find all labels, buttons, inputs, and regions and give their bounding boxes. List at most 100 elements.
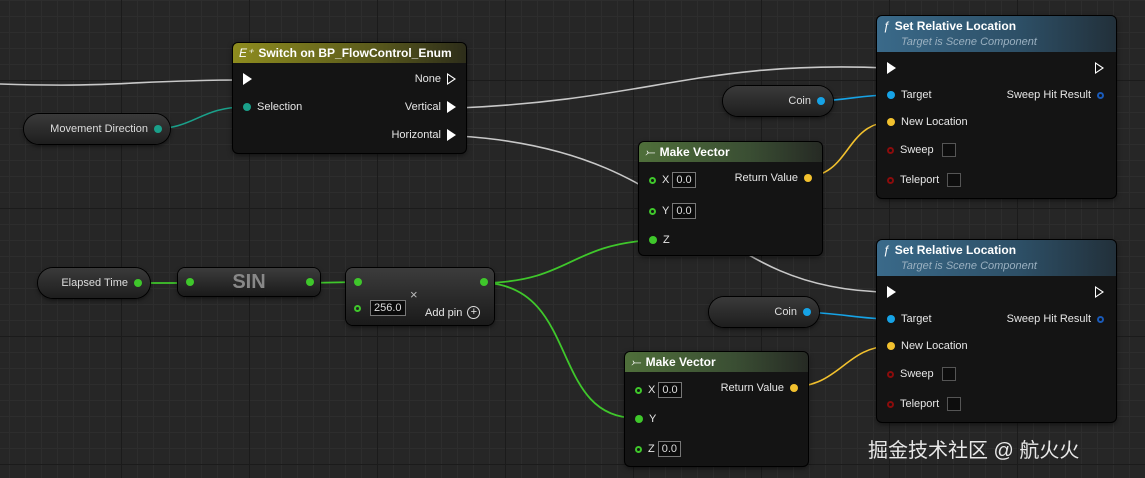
vertical-label: Vertical [404, 101, 441, 113]
switch-icon: E⁺ [239, 46, 254, 60]
x-pin[interactable]: X 0.0 [635, 382, 682, 398]
enum-pin-icon[interactable] [154, 125, 162, 133]
exec-in-icon [243, 73, 252, 85]
function-icon: ƒ [883, 19, 890, 33]
float-pin-icon[interactable] [134, 279, 142, 287]
coin-node-2[interactable]: Coin [709, 297, 819, 327]
float-pin-icon[interactable] [306, 278, 314, 286]
sweep-checkbox[interactable] [941, 367, 956, 381]
set-relative-location-header: ƒ Set Relative Location Target is Scene Co… [877, 16, 1116, 52]
sin-label: SIN [232, 271, 266, 293]
float-pin-icon[interactable] [354, 278, 362, 286]
movement-direction-node[interactable]: Movement Direction [24, 114, 170, 144]
y-pin[interactable]: Y [635, 413, 656, 425]
struct-pin-icon [1097, 91, 1104, 99]
blueprint-graph-canvas[interactable]: E⁺ Switch on BP_FlowControl_Enum Selectio… [0, 0, 1145, 478]
target-pin[interactable]: Target [887, 313, 932, 325]
x-pin[interactable]: X 0.0 [649, 172, 696, 188]
new-location-pin[interactable]: New Location [887, 116, 968, 128]
bool-pin-icon [887, 400, 894, 408]
set-relative-location-title: Set Relative Location [894, 243, 1017, 257]
exec-out-icon [1095, 62, 1104, 74]
add-pin-label: Add pin [425, 306, 463, 319]
coin-node-1[interactable]: Coin [723, 86, 833, 116]
horizontal-pin[interactable]: Horizontal [391, 129, 456, 141]
new-location-pin[interactable]: New Location [887, 340, 968, 352]
float-pin-icon [635, 445, 642, 453]
teleport-label: Teleport [900, 398, 940, 410]
teleport-checkbox[interactable] [947, 173, 962, 187]
z-pin[interactable]: Z [649, 234, 670, 246]
exec-out-pin[interactable] [1095, 286, 1104, 298]
exec-out-pin[interactable] [1095, 62, 1104, 74]
selection-pin[interactable]: Selection [243, 101, 302, 113]
multiply-b-pin[interactable]: 256.0 [354, 300, 406, 316]
x-label: X [662, 174, 670, 186]
x-value-input[interactable]: 0.0 [672, 172, 696, 188]
make-vector-node-1[interactable]: ⤚ Make Vector X 0.0 Y 0.0 Z Return Value [639, 142, 822, 255]
exec-wire-in [0, 79, 246, 86]
teleport-checkbox[interactable] [947, 397, 962, 411]
switch-node-title: Switch on BP_FlowControl_Enum [258, 46, 452, 60]
vertical-pin[interactable]: Vertical [405, 101, 456, 113]
teleport-pin[interactable]: Teleport [887, 397, 962, 411]
set-relative-location-node-2[interactable]: ƒ Set Relative Location Target is Scene Co… [877, 240, 1116, 422]
elapsed-time-node[interactable]: Elapsed Time [38, 268, 150, 298]
teleport-pin[interactable]: Teleport [887, 173, 962, 187]
vector-pin-icon [887, 342, 895, 350]
make-vector-header: ⤚ Make Vector [639, 142, 822, 162]
sweep-pin[interactable]: Sweep [887, 367, 956, 381]
remove-pin-icon[interactable]: × [410, 287, 418, 302]
bool-pin-icon [887, 176, 894, 184]
new-location-label: New Location [901, 116, 968, 128]
target-label: Target [901, 89, 932, 101]
selection-label: Selection [257, 101, 303, 113]
make-vector-header: ⤚ Make Vector [625, 352, 808, 372]
none-pin[interactable]: None [415, 73, 456, 85]
none-label: None [414, 73, 441, 85]
exec-out-icon [447, 73, 456, 85]
teleport-label: Teleport [900, 174, 940, 186]
float-pin-icon[interactable] [480, 278, 488, 286]
bool-pin-icon [887, 370, 894, 378]
exec-out-icon [1095, 286, 1104, 298]
y-value-input[interactable]: 0.0 [672, 203, 696, 219]
sweep-hit-result-pin[interactable]: Sweep Hit Result [1007, 313, 1104, 325]
object-pin-icon[interactable] [803, 308, 811, 316]
y-pin[interactable]: Y 0.0 [649, 203, 696, 219]
return-value-pin[interactable]: Return Value [721, 382, 798, 394]
z-pin[interactable]: Z 0.0 [635, 441, 682, 457]
function-icon: ƒ [883, 243, 890, 257]
return-value-pin[interactable]: Return Value [735, 172, 812, 184]
y-label: Y [662, 205, 670, 217]
z-value-input[interactable]: 0.0 [657, 441, 682, 457]
target-label: Target [901, 313, 932, 325]
sweep-pin[interactable]: Sweep [887, 143, 956, 157]
sweep-checkbox[interactable] [941, 143, 956, 157]
set-relative-location-title: Set Relative Location [894, 19, 1017, 33]
coin-label: Coin [788, 95, 811, 107]
float-pin-icon [635, 415, 643, 423]
exec-in-pin[interactable] [887, 62, 896, 74]
add-pin-button[interactable]: Add pin + [425, 306, 481, 319]
multiply-value-input[interactable]: 256.0 [370, 300, 406, 316]
exec-out-icon [447, 129, 456, 141]
x-value-input[interactable]: 0.0 [658, 382, 682, 398]
target-subtitle: Target is Scene Component [901, 36, 1037, 48]
sweep-hit-result-pin[interactable]: Sweep Hit Result [1007, 89, 1104, 101]
set-relative-location-node-1[interactable]: ƒ Set Relative Location Target is Scene Co… [877, 16, 1116, 198]
new-location-label: New Location [901, 340, 968, 352]
target-pin[interactable]: Target [887, 89, 932, 101]
switch-exec-in-pin[interactable] [243, 73, 252, 85]
object-pin-icon[interactable] [817, 97, 825, 105]
movement-direction-label: Movement Direction [50, 123, 148, 135]
exec-in-icon [887, 286, 896, 298]
exec-in-pin[interactable] [887, 286, 896, 298]
object-pin-icon [887, 91, 895, 99]
return-value-label: Return Value [720, 382, 784, 394]
sin-node[interactable]: SIN [178, 268, 320, 296]
vector-pin-icon [790, 384, 798, 392]
multiply-node[interactable]: × 256.0 Add pin + [346, 268, 494, 325]
make-vector-node-2[interactable]: ⤚ Make Vector X 0.0 Y Z 0.0 Return Value [625, 352, 808, 466]
switch-node[interactable]: E⁺ Switch on BP_FlowControl_Enum Selectio… [233, 43, 466, 153]
